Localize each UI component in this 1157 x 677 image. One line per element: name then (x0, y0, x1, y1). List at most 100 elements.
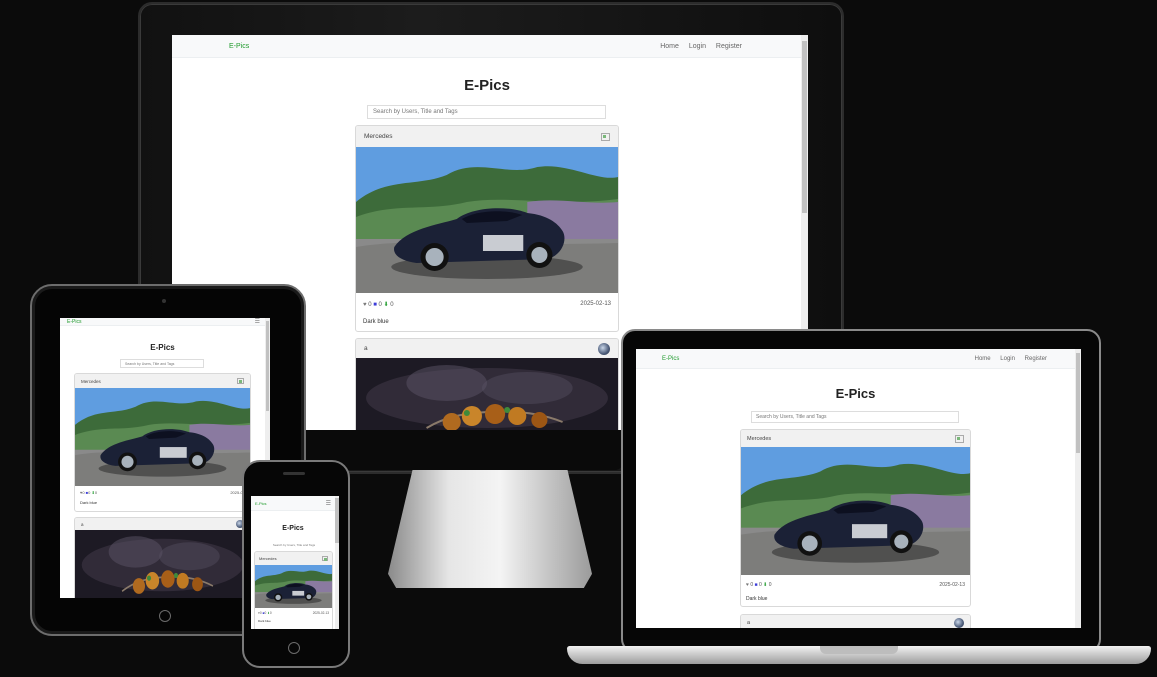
navbar: E-Pics ☰ (251, 496, 339, 511)
phone-speaker (283, 472, 305, 475)
download-count: 0 (768, 582, 772, 588)
search-input[interactable]: Search by Users, Title and Tags (367, 105, 606, 119)
page-title: E-Pics (150, 343, 175, 352)
like-count: 0 (750, 582, 754, 588)
broken-avatar-icon (237, 378, 244, 384)
comment-icon[interactable]: ■ (755, 582, 758, 588)
nav-register-link[interactable]: Register (716, 43, 742, 50)
broken-avatar-icon (322, 556, 328, 561)
search-input[interactable]: Search by Users, Title and Tags (120, 359, 204, 368)
navbar: E-Pics Home Login Register (636, 349, 1081, 369)
post-card[interactable]: a (74, 517, 251, 598)
tablet-camera-icon (162, 299, 166, 303)
phone-screen: E-Pics ☰ E-Pics Search by Users, Title a… (251, 496, 339, 629)
broken-avatar-icon (955, 434, 964, 443)
nav-register-link[interactable]: Register (1025, 356, 1047, 362)
post-title: a (747, 620, 751, 626)
post-reactions: ♥0 ■0 ⬇0 (80, 490, 97, 495)
post-stats: ♥0 ■0 ⬇0 2025-02 (75, 486, 250, 498)
scrollbar[interactable] (1075, 349, 1081, 628)
avatar (598, 342, 610, 355)
hamburger-icon[interactable]: ☰ (326, 500, 331, 507)
comment-count: 0 (758, 582, 762, 588)
post-image[interactable] (75, 388, 250, 486)
post-image[interactable] (75, 530, 250, 598)
post-stats: ♥ 0 ■ 0 ⬇ 0 2025-02-13 (356, 293, 618, 315)
tablet-home-button (159, 610, 171, 622)
post-card-header: a (75, 518, 250, 530)
nav-login-link[interactable]: Login (689, 43, 706, 50)
download-count: 0 (269, 611, 272, 615)
brand-link[interactable]: E-Pics (255, 501, 267, 506)
post-caption: Dark blue (746, 596, 768, 602)
download-count: 0 (94, 489, 98, 495)
nav-links: Home Login Register (652, 43, 742, 50)
monitor-chin (303, 430, 623, 470)
broken-avatar-icon (601, 132, 610, 141)
post-card[interactable]: Mercedes ♥0 ■0 ⬇0 2025-02-13 Dark blue (254, 551, 333, 629)
post-image[interactable] (356, 147, 618, 293)
navbar: E-Pics ☰ (60, 318, 270, 326)
like-count: 0 (368, 301, 372, 308)
like-count: 0 (82, 489, 85, 495)
post-title: a (81, 521, 84, 527)
comment-count: 0 (88, 489, 91, 495)
search-input[interactable]: Search by Users, Title and Tags (751, 411, 959, 423)
post-title: Mercedes (364, 133, 393, 140)
brand-link[interactable]: E-Pics (229, 43, 249, 50)
laptop-notch (820, 646, 898, 654)
post-reactions: ♥0 ■0 ⬇0 (258, 611, 272, 615)
heart-icon[interactable]: ♥ (746, 582, 749, 588)
post-date: 2025-02-13 (580, 301, 611, 307)
nav-links: Home Login Register (967, 356, 1047, 362)
post-card[interactable]: Mercedes ♥ 0 ■ 0 ⬇ 0 2025-02-13 Dark blu… (740, 429, 971, 607)
post-date: 2025-02-13 (312, 611, 329, 615)
post-title: Mercedes (81, 378, 101, 384)
post-card[interactable]: a (740, 614, 971, 628)
avatar (954, 618, 964, 628)
laptop-screen: E-Pics Home Login Register E-Pics Search… (636, 349, 1081, 628)
monitor-stand (388, 470, 592, 588)
post-caption: Dark blue (363, 319, 389, 325)
post-card-header: Mercedes (741, 430, 970, 447)
post-image[interactable] (356, 358, 618, 430)
post-caption: Dark blue (80, 500, 98, 505)
post-title: a (364, 345, 368, 352)
search-input[interactable]: Search by Users, Title and Tags (255, 543, 333, 547)
page-title: E-Pics (282, 525, 304, 532)
nav-home-link[interactable]: Home (660, 43, 679, 50)
post-date: 2025-02-13 (939, 582, 965, 588)
hamburger-icon[interactable]: ☰ (255, 318, 260, 325)
nav-login-link[interactable]: Login (1000, 356, 1015, 362)
post-caption: Dark blue (258, 619, 271, 623)
download-icon[interactable]: ⬇ (384, 302, 389, 308)
comment-count: 0 (378, 301, 382, 308)
phone-home-button (288, 642, 300, 654)
scrollbar-thumb[interactable] (266, 321, 269, 411)
post-card-header: a (741, 615, 970, 628)
post-reactions: ♥ 0 ■ 0 ⬇ 0 (746, 582, 772, 588)
like-count: 0 (259, 611, 262, 615)
scrollbar-thumb[interactable] (335, 498, 339, 543)
brand-link[interactable]: E-Pics (662, 356, 679, 362)
scrollbar-thumb[interactable] (1076, 353, 1080, 453)
nav-home-link[interactable]: Home (975, 356, 991, 362)
post-card-header: Mercedes (356, 126, 618, 147)
scrollbar[interactable] (335, 496, 339, 629)
post-card[interactable]: Mercedes ♥0 ■0 ⬇0 2025-02 Dark blue (74, 373, 251, 512)
post-image[interactable] (255, 565, 332, 608)
post-title: Mercedes (259, 556, 277, 561)
scrollbar-thumb[interactable] (802, 41, 807, 213)
download-icon[interactable]: ⬇ (763, 582, 767, 588)
post-card-header: Mercedes (255, 552, 332, 565)
post-stats: ♥0 ■0 ⬇0 2025-02-13 (255, 608, 332, 618)
heart-icon[interactable]: ♥ (363, 302, 367, 308)
post-card-header: Mercedes (75, 374, 250, 388)
comment-icon[interactable]: ■ (373, 302, 377, 308)
post-card[interactable]: Mercedes ♥ 0 ■ 0 ⬇ 0 2025-02-13 Dark blu… (355, 125, 619, 332)
post-image[interactable] (741, 447, 970, 575)
post-card[interactable]: a (355, 338, 619, 430)
page-title: E-Pics (464, 77, 510, 94)
brand-link[interactable]: E-Pics (67, 319, 81, 325)
tablet-screen: E-Pics ☰ E-Pics Search by Users, Title a… (60, 318, 270, 598)
